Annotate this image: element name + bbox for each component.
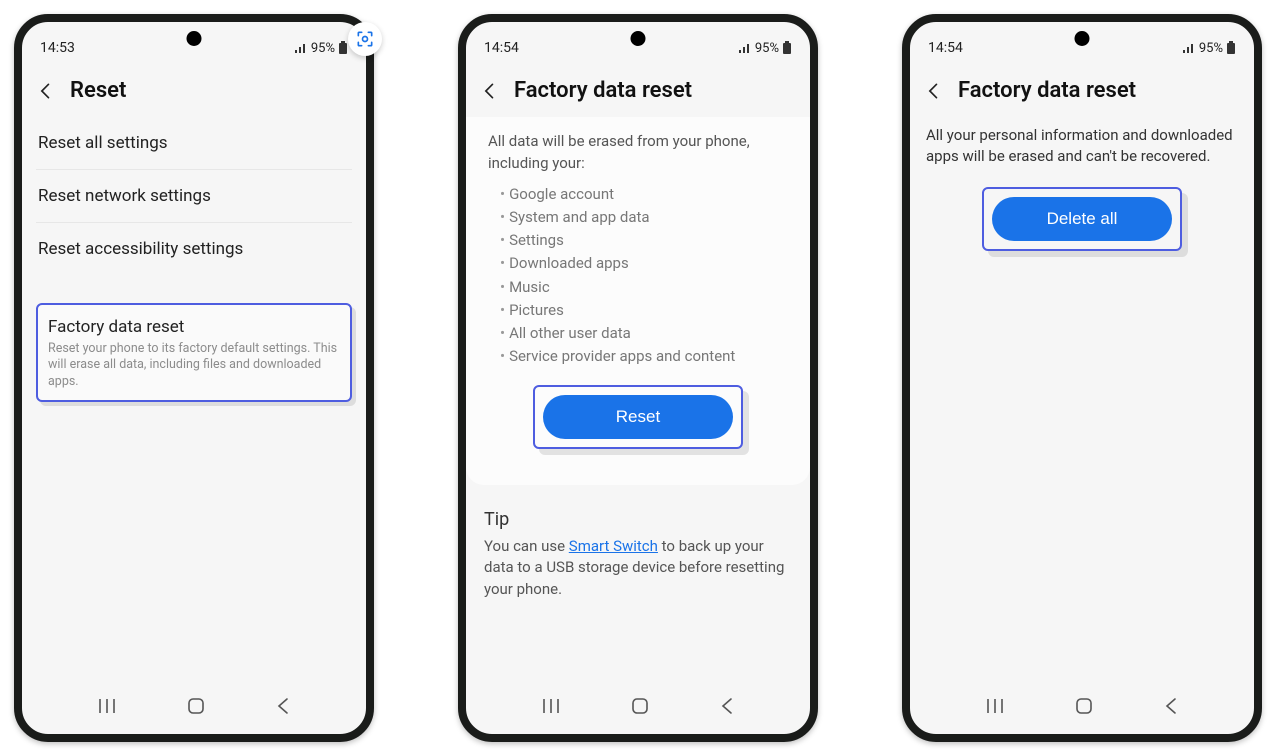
battery-percent: 95% bbox=[1199, 41, 1223, 56]
status-right: 95% bbox=[1182, 41, 1236, 56]
battery-icon bbox=[338, 41, 348, 55]
erase-item: All other user data bbox=[500, 322, 788, 345]
recents-icon[interactable] bbox=[985, 697, 1005, 719]
phone-screen-2: 14:54 95% Factory data reset All data wi… bbox=[458, 14, 818, 742]
home-icon[interactable] bbox=[630, 696, 650, 720]
erase-item: Pictures bbox=[500, 299, 788, 322]
page-header: Factory data reset bbox=[910, 60, 1254, 117]
battery-icon bbox=[1226, 41, 1236, 55]
erase-item: Downloaded apps bbox=[500, 252, 788, 275]
erase-item: Settings bbox=[500, 229, 788, 252]
nav-bar bbox=[466, 690, 810, 726]
erase-info-card: All data will be erased from your phone,… bbox=[466, 117, 810, 485]
smart-switch-link[interactable]: Smart Switch bbox=[569, 537, 658, 555]
erase-item: System and app data bbox=[500, 206, 788, 229]
factory-reset-desc: Reset your phone to its factory default … bbox=[48, 341, 340, 390]
front-camera-hole bbox=[1075, 31, 1090, 46]
phone-row: 14:53 95% Reset Reset all settings Reset… bbox=[0, 0, 1276, 756]
factory-data-reset-item[interactable]: Factory data reset Reset your phone to i… bbox=[36, 303, 352, 402]
back-icon[interactable] bbox=[924, 81, 944, 101]
recents-icon[interactable] bbox=[97, 697, 117, 719]
battery-percent: 95% bbox=[311, 41, 335, 56]
clock: 14:53 bbox=[40, 40, 75, 56]
reset-all-settings-item[interactable]: Reset all settings bbox=[36, 117, 352, 170]
confirm-text: All your personal information and downlo… bbox=[924, 117, 1240, 183]
scan-float-button[interactable] bbox=[348, 22, 382, 56]
reset-button-highlight: Reset bbox=[533, 385, 743, 449]
erase-item: Google account bbox=[500, 183, 788, 206]
status-right: 95% bbox=[294, 41, 348, 56]
back-icon[interactable] bbox=[36, 81, 56, 101]
reset-button[interactable]: Reset bbox=[543, 395, 733, 439]
reset-network-settings-item[interactable]: Reset network settings bbox=[36, 170, 352, 223]
signal-icon bbox=[1182, 42, 1196, 54]
home-icon[interactable] bbox=[186, 696, 206, 720]
factory-reset-title: Factory data reset bbox=[48, 317, 340, 337]
erase-item: Service provider apps and content bbox=[500, 345, 788, 368]
back-nav-icon[interactable] bbox=[719, 697, 735, 719]
signal-icon bbox=[294, 42, 308, 54]
section-gap bbox=[36, 275, 352, 293]
battery-percent: 95% bbox=[755, 41, 779, 56]
clock: 14:54 bbox=[928, 40, 963, 56]
erase-list: Google account System and app data Setti… bbox=[484, 175, 792, 379]
back-nav-icon[interactable] bbox=[275, 697, 291, 719]
page-title: Factory data reset bbox=[514, 78, 692, 103]
phone-screen-1: 14:53 95% Reset Reset all settings Reset… bbox=[14, 14, 374, 742]
back-icon[interactable] bbox=[480, 81, 500, 101]
page-title: Reset bbox=[70, 78, 126, 103]
reset-accessibility-settings-item[interactable]: Reset accessibility settings bbox=[36, 223, 352, 275]
content-area: All data will be erased from your phone,… bbox=[466, 117, 810, 601]
tip-text-before: You can use bbox=[484, 537, 569, 555]
content-area: All your personal information and downlo… bbox=[910, 117, 1254, 251]
back-nav-icon[interactable] bbox=[1163, 697, 1179, 719]
page-title: Factory data reset bbox=[958, 78, 1136, 103]
battery-icon bbox=[782, 41, 792, 55]
page-header: Reset bbox=[22, 60, 366, 117]
intro-text: All data will be erased from your phone,… bbox=[484, 123, 792, 175]
front-camera-hole bbox=[187, 31, 202, 46]
delete-all-highlight: Delete all bbox=[982, 187, 1182, 251]
delete-all-button[interactable]: Delete all bbox=[992, 197, 1172, 241]
recents-icon[interactable] bbox=[541, 697, 561, 719]
erase-item: Music bbox=[500, 276, 788, 299]
nav-bar bbox=[910, 690, 1254, 726]
clock: 14:54 bbox=[484, 40, 519, 56]
signal-icon bbox=[738, 42, 752, 54]
front-camera-hole bbox=[631, 31, 646, 46]
home-icon[interactable] bbox=[1074, 696, 1094, 720]
page-header: Factory data reset bbox=[466, 60, 810, 117]
nav-bar bbox=[22, 690, 366, 726]
tip-heading: Tip bbox=[480, 495, 796, 536]
tip-body: You can use Smart Switch to back up your… bbox=[480, 536, 796, 601]
phone-screen-3: 14:54 95% Factory data reset All your pe… bbox=[902, 14, 1262, 742]
content-area: Reset all settings Reset network setting… bbox=[22, 117, 366, 402]
status-right: 95% bbox=[738, 41, 792, 56]
